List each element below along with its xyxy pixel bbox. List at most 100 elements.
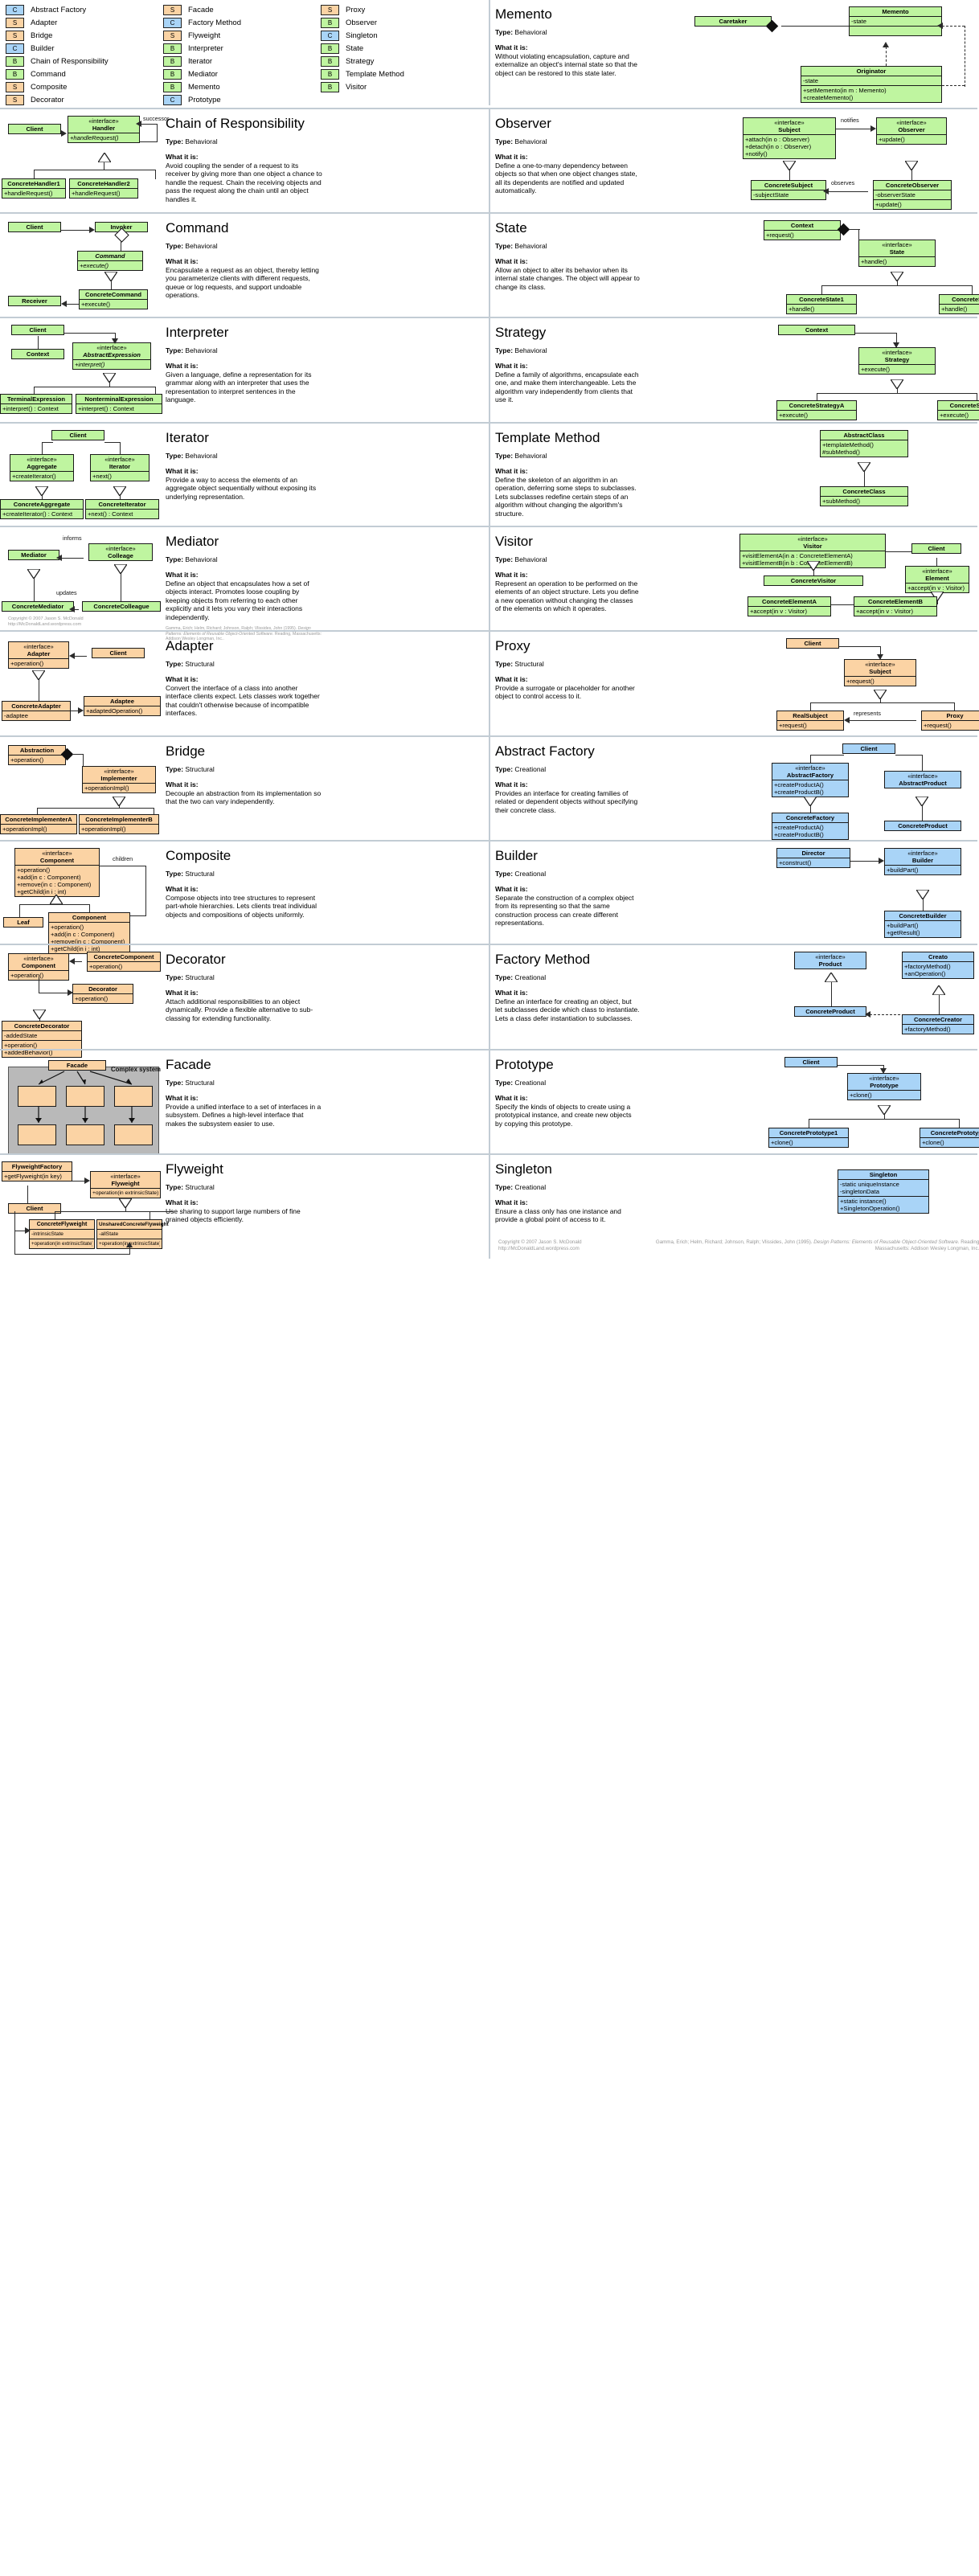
uml-class-concrete-subject[interactable]: ConcreteSubject -subjectState [751, 180, 826, 200]
uml-interface-product[interactable]: «interface» Product [794, 952, 866, 969]
uml-class-creato[interactable]: Creato +factoryMethod() +anOperation() [902, 952, 974, 979]
uml-class-concrete-prototype-1[interactable]: ConcretePrototype1 +clone() [768, 1128, 849, 1148]
uml-class-client[interactable]: Client [8, 124, 61, 134]
uml-class-receiver[interactable]: Receiver [8, 296, 61, 306]
uml-class-concrete-adapter[interactable]: ConcreteAdapter -adaptee [2, 701, 71, 721]
uml-interface-abstract-factory[interactable]: «interface» AbstractFactory +createProduc… [772, 763, 849, 797]
uml-class-concrete-prototype-2[interactable]: ConcretePrototype2 +clone() [920, 1128, 979, 1148]
legend-item[interactable]: S Flyweight [161, 29, 318, 42]
uml-interface-aggregate[interactable]: «interface» Aggregate +createIterator() [10, 454, 74, 481]
uml-interface-component[interactable]: «interface» Component +operation() [8, 953, 69, 981]
uml-class-nonterminal-expression[interactable]: NonterminalExpression +interpret() : Con… [76, 394, 162, 414]
subsystem-class[interactable] [114, 1124, 153, 1145]
uml-class-mediator[interactable]: Mediator [8, 550, 59, 560]
legend-item[interactable]: B Observer [318, 16, 487, 29]
copyright-url[interactable]: http://McDonaldLand.wordpress.com [8, 622, 84, 628]
uml-class-concrete-observer[interactable]: ConcreteObserver -observerState +update(… [873, 180, 952, 210]
subsystem-class[interactable] [66, 1086, 104, 1107]
legend-item[interactable]: C Factory Method [161, 16, 318, 29]
uml-interface-adapter[interactable]: «interface» Adapter +operation() [8, 641, 69, 669]
uml-class-decorator[interactable]: Decorator +operation() [72, 984, 133, 1004]
uml-class-concrete-state-1[interactable]: ConcreteState1 +handle() [786, 294, 857, 314]
legend-item[interactable]: S Adapter [3, 16, 161, 29]
uml-class-client[interactable]: Client [51, 430, 104, 440]
uml-interface-builder[interactable]: «interface» Builder +buildPart() [884, 848, 961, 875]
uml-class-real-subject[interactable]: RealSubject +request() [776, 711, 844, 731]
legend-item[interactable]: S Decorator [3, 93, 161, 106]
uml-class-concrete-command[interactable]: ConcreteCommand +execute() [79, 289, 148, 309]
uml-class-client[interactable]: Client [92, 648, 145, 658]
subsystem-class[interactable] [18, 1124, 56, 1145]
uml-class-context[interactable]: Context [11, 349, 64, 359]
uml-class-concrete-implementer-a[interactable]: ConcreteImplementerA +operationImpl() [0, 814, 77, 834]
legend-item[interactable]: B Iterator [161, 55, 318, 68]
legend-item[interactable]: B Chain of Responsibility [3, 55, 161, 68]
uml-class-concrete-aggregate[interactable]: ConcreteAggregate +createIterator() : Co… [0, 499, 84, 519]
uml-class-abstract-class[interactable]: AbstractClass +templateMethod() #subMeth… [820, 430, 908, 457]
uml-class-originator[interactable]: Originator -state +setMemento(in m : Mem… [801, 66, 942, 103]
uml-class-client[interactable]: Client [784, 1057, 838, 1067]
uml-class-singleton[interactable]: Singleton -static uniqueInstance -single… [838, 1169, 929, 1214]
uml-interface-observer[interactable]: «interface» Observer +update() [876, 117, 947, 145]
legend-item[interactable]: B Memento [161, 80, 318, 93]
uml-interface-implementer[interactable]: «interface» Implementer +operationImpl() [82, 766, 156, 793]
legend-item[interactable]: S Composite [3, 80, 161, 93]
uml-class-concrete-implementer-b[interactable]: ConcreteImplementerB +operationImpl() [79, 814, 159, 834]
legend-item[interactable]: S Facade [161, 3, 318, 16]
uml-class-memento[interactable]: Memento -state [849, 6, 942, 36]
uml-class-concrete-factory[interactable]: ConcreteFactory +createProductA() +creat… [772, 813, 849, 840]
uml-class-client[interactable]: Client [11, 325, 64, 335]
legend-item[interactable]: B State [318, 42, 487, 55]
uml-class-concrete-flyweight[interactable]: ConcreteFlyweight -intrinsicState +opera… [29, 1219, 95, 1249]
subsystem-class[interactable] [114, 1086, 153, 1107]
legend-item[interactable]: B Mediator [161, 68, 318, 80]
uml-interface-strategy[interactable]: «interface» Strategy +execute() [858, 347, 936, 375]
uml-class-abstract-expression[interactable]: «interface» AbstractExpression +interpret… [72, 342, 151, 370]
uml-class-context[interactable]: Context +request() [764, 220, 841, 240]
uml-class-abstraction[interactable]: Abstraction +operation() [8, 745, 66, 765]
uml-class-director[interactable]: Director +construct() [776, 848, 850, 868]
legend-item[interactable]: C Prototype [161, 93, 318, 106]
legend-item[interactable]: B Visitor [318, 80, 487, 93]
uml-class-proxy[interactable]: Proxy +request() [921, 711, 979, 731]
uml-class-concrete-iterator[interactable]: ConcreteIterator +next() : Context [85, 499, 159, 519]
uml-class-flyweight-factory[interactable]: FlyweightFactory +getFlyweight(in key) [2, 1161, 72, 1182]
uml-class-client[interactable]: Client [786, 638, 839, 649]
legend-item[interactable]: B Interpreter [161, 42, 318, 55]
legend-item[interactable]: S Proxy [318, 3, 487, 16]
copyright-url[interactable]: http://McDonaldLand.wordpress.com [498, 1246, 651, 1252]
uml-interface-subject[interactable]: «interface» Subject +attach(in o : Observ… [743, 117, 836, 159]
legend-item[interactable]: C Abstract Factory [3, 3, 161, 16]
uml-interface-element[interactable]: «interface» Element +accept(in v : Visito… [905, 566, 969, 593]
uml-class-context[interactable]: Context [778, 325, 855, 335]
uml-class-concrete-product[interactable]: ConcreteProduct [794, 1006, 866, 1017]
uml-interface-flyweight[interactable]: «interface» Flyweight +operation(in extri… [90, 1171, 161, 1198]
uml-class-concrete-class[interactable]: ConcreteClass +subMethod() [820, 486, 908, 506]
uml-class-concrete-visitor[interactable]: ConcreteVisitor [764, 575, 863, 586]
uml-class-concrete-element-b[interactable]: ConcreteElementB +accept(in v : Visitor) [854, 596, 937, 616]
uml-interface-state[interactable]: «interface» State +handle() [858, 240, 936, 267]
uml-class-concrete-handler-1[interactable]: ConcreteHandler1 +handleRequest() [2, 178, 66, 199]
uml-class-adaptee[interactable]: Adaptee +adaptedOperation() [84, 696, 161, 716]
uml-class-concrete-mediator[interactable]: ConcreteMediator [2, 601, 74, 612]
legend-item[interactable]: B Strategy [318, 55, 487, 68]
uml-class-concrete-handler-2[interactable]: ConcreteHandler2 +handleRequest() [69, 178, 138, 199]
legend-item[interactable]: B Command [3, 68, 161, 80]
uml-interface-subject[interactable]: «interface» Subject +request() [844, 659, 916, 686]
uml-interface-colleage[interactable]: «interface» Colleage [88, 543, 153, 561]
legend-item[interactable]: C Singleton [318, 29, 487, 42]
uml-class-concrete-state-2[interactable]: ConcreteState2 +handle() [939, 294, 979, 314]
uml-class-concrete-builder[interactable]: ConcreteBuilder +buildPart() +getResult(… [884, 911, 961, 938]
uml-interface-abstract-product[interactable]: «interface» AbstractProduct [884, 771, 961, 788]
uml-class-concrete-component[interactable]: ConcreteComponent +operation() [87, 952, 161, 972]
uml-interface-handler[interactable]: «interface» Handler +handleRequest() [68, 116, 140, 143]
uml-class-concrete-strategy-b[interactable]: ConcreteStrategyB +execute() [937, 400, 979, 420]
uml-class-client[interactable]: Client [8, 222, 61, 232]
uml-class-concrete-strategy-a[interactable]: ConcreteStrategyA +execute() [776, 400, 857, 420]
uml-class-client[interactable]: Client [911, 543, 961, 554]
uml-class-concrete-element-a[interactable]: ConcreteElementA +accept(in v : Visitor) [748, 596, 831, 616]
legend-item[interactable]: S Bridge [3, 29, 161, 42]
legend-item[interactable]: C Builder [3, 42, 161, 55]
uml-class-concrete-creator[interactable]: ConcreteCreator +factoryMethod() [902, 1014, 974, 1034]
legend-item[interactable]: B Template Method [318, 68, 487, 80]
